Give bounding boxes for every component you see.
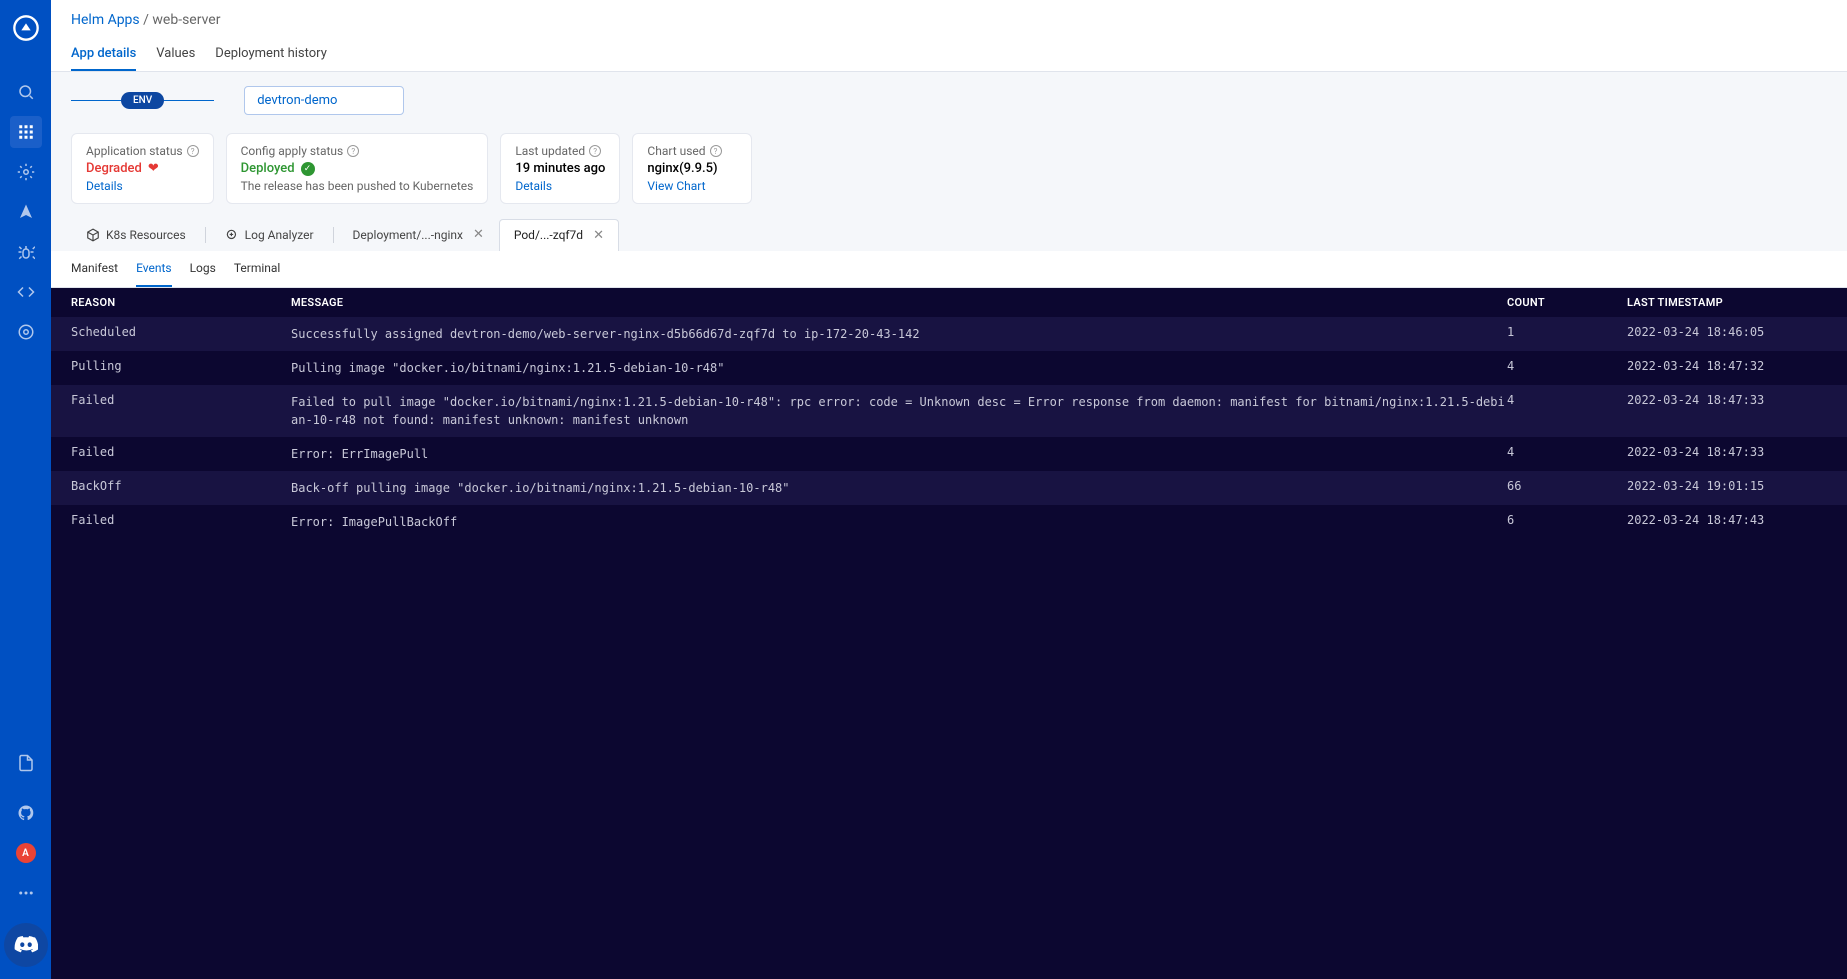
event-count: 1 <box>1507 325 1627 339</box>
github-icon[interactable] <box>10 797 42 829</box>
search-icon[interactable] <box>10 76 42 108</box>
config-icon[interactable] <box>10 316 42 348</box>
apps-icon[interactable] <box>10 116 42 148</box>
close-icon[interactable]: ✕ <box>473 227 484 242</box>
col-reason: REASON <box>71 296 291 309</box>
env-select[interactable]: devtron-demo <box>244 86 404 115</box>
event-count: 4 <box>1507 445 1627 459</box>
event-row: PullingPulling image "docker.io/bitnami/… <box>51 351 1847 385</box>
sub-tab-events[interactable]: Events <box>136 251 172 287</box>
tab-deployment[interactable]: Deployment/...-nginx ✕ <box>338 218 499 251</box>
card-chart-used: Chart used? nginx(9.9.5) View Chart <box>632 133 752 204</box>
close-icon[interactable]: ✕ <box>593 228 604 243</box>
event-message: Successfully assigned devtron-demo/web-s… <box>291 325 1507 343</box>
help-icon[interactable]: ? <box>347 145 359 157</box>
page-header: Helm Apps / web-server App details Value… <box>51 0 1847 72</box>
event-ts: 2022-03-24 19:01:15 <box>1627 479 1827 493</box>
col-timestamp: LAST TIMESTAMP <box>1627 296 1827 309</box>
event-reason: Scheduled <box>71 325 291 339</box>
env-section: ENV devtron-demo <box>51 72 1847 133</box>
event-row: FailedError: ErrImagePull42022-03-24 18:… <box>51 437 1847 471</box>
sub-tabs: Manifest Events Logs Terminal <box>51 251 1847 288</box>
event-ts: 2022-03-24 18:47:33 <box>1627 445 1827 459</box>
deploy-icon[interactable] <box>10 196 42 228</box>
breadcrumb-root[interactable]: Helm Apps <box>71 12 140 28</box>
sidebar: A <box>0 0 51 979</box>
help-icon[interactable]: ? <box>589 145 601 157</box>
event-count: 6 <box>1507 513 1627 527</box>
event-reason: BackOff <box>71 479 291 493</box>
tab-k8s-resources[interactable]: K8s Resources <box>71 219 201 251</box>
tab-pod[interactable]: Pod/...-zqf7d ✕ <box>499 219 619 252</box>
events-header: REASON MESSAGE COUNT LAST TIMESTAMP <box>51 288 1847 317</box>
top-tabs: App details Values Deployment history <box>71 38 1827 71</box>
document-icon[interactable] <box>10 747 42 779</box>
sub-tab-terminal[interactable]: Terminal <box>234 251 281 287</box>
event-count: 4 <box>1507 359 1627 373</box>
resource-tabs: K8s Resources Log Analyzer Deployment/..… <box>51 218 1847 251</box>
col-message: MESSAGE <box>291 296 1507 309</box>
event-reason: Failed <box>71 513 291 527</box>
event-message: Back-off pulling image "docker.io/bitnam… <box>291 479 1507 497</box>
admin-badge[interactable]: A <box>16 843 36 863</box>
help-icon[interactable]: ? <box>710 145 722 157</box>
help-icon[interactable]: ? <box>187 145 199 157</box>
event-row: FailedFailed to pull image "docker.io/bi… <box>51 385 1847 437</box>
event-ts: 2022-03-24 18:47:43 <box>1627 513 1827 527</box>
env-label: ENV <box>121 92 164 109</box>
bug-icon[interactable] <box>10 236 42 268</box>
event-ts: 2022-03-24 18:46:05 <box>1627 325 1827 339</box>
breadcrumb: Helm Apps / web-server <box>71 12 1827 28</box>
last-updated-details-link[interactable]: Details <box>515 179 605 193</box>
sidebar-bottom: A <box>4 743 48 967</box>
event-count: 66 <box>1507 479 1627 493</box>
event-message: Failed to pull image "docker.io/bitnami/… <box>291 393 1507 429</box>
card-app-status: Application status? Degraded❤ Details <box>71 133 214 204</box>
event-message: Error: ErrImagePull <box>291 445 1507 463</box>
cube-icon <box>86 228 100 242</box>
card-config-status: Config apply status? Deployed✓ The relea… <box>226 133 489 204</box>
event-count: 4 <box>1507 393 1627 407</box>
sub-tab-manifest[interactable]: Manifest <box>71 251 118 287</box>
event-reason: Failed <box>71 393 291 407</box>
tab-deployment-history[interactable]: Deployment history <box>215 38 327 71</box>
event-message: Pulling image "docker.io/bitnami/nginx:1… <box>291 359 1507 377</box>
view-chart-link[interactable]: View Chart <box>647 179 737 193</box>
col-count: COUNT <box>1507 296 1627 309</box>
main-content: Helm Apps / web-server App details Value… <box>51 0 1847 979</box>
event-reason: Pulling <box>71 359 291 373</box>
discord-icon[interactable] <box>4 923 48 967</box>
tab-log-analyzer[interactable]: Log Analyzer <box>210 219 329 251</box>
heart-broken-icon: ❤ <box>148 161 159 176</box>
event-ts: 2022-03-24 18:47:32 <box>1627 359 1827 373</box>
event-row: FailedError: ImagePullBackOff62022-03-24… <box>51 505 1847 539</box>
event-row: ScheduledSuccessfully assigned devtron-d… <box>51 317 1847 351</box>
event-ts: 2022-03-24 18:47:33 <box>1627 393 1827 407</box>
card-last-updated: Last updated? 19 minutes ago Details <box>500 133 620 204</box>
sub-tab-logs[interactable]: Logs <box>190 251 216 287</box>
code-icon[interactable] <box>10 276 42 308</box>
events-table: REASON MESSAGE COUNT LAST TIMESTAMP Sche… <box>51 288 1847 979</box>
analyze-icon <box>225 228 239 242</box>
tab-values[interactable]: Values <box>156 38 195 71</box>
breadcrumb-current: web-server <box>152 12 220 28</box>
status-cards: Application status? Degraded❤ Details Co… <box>51 133 1847 218</box>
app-status-details-link[interactable]: Details <box>86 179 199 193</box>
event-message: Error: ImagePullBackOff <box>291 513 1507 531</box>
more-icon[interactable] <box>10 877 42 909</box>
check-icon: ✓ <box>301 162 315 176</box>
gear-icon[interactable] <box>10 156 42 188</box>
tab-app-details[interactable]: App details <box>71 38 136 71</box>
logo-icon <box>12 14 40 42</box>
event-row: BackOffBack-off pulling image "docker.io… <box>51 471 1847 505</box>
event-reason: Failed <box>71 445 291 459</box>
